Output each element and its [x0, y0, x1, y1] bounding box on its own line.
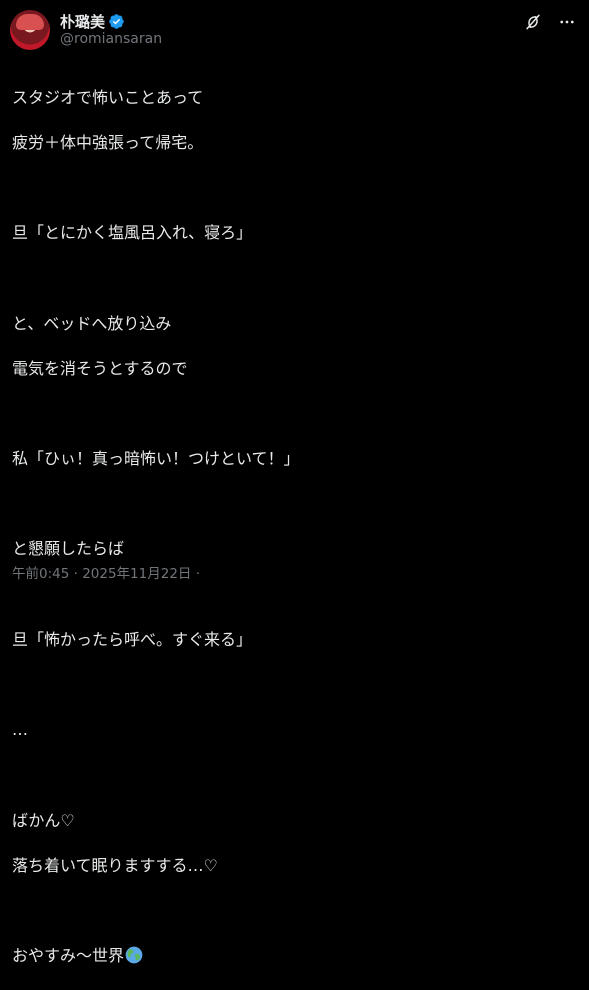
post-line: 電気を消そうとするので — [12, 358, 188, 378]
meta-trailing: · — [191, 566, 201, 582]
post-line: 私「ひぃ！真っ暗怖い！つけといて！」 — [12, 449, 300, 469]
more-options-icon[interactable] — [557, 12, 577, 32]
post-line: スタジオで怖いことあって — [12, 87, 204, 107]
post-line — [12, 177, 572, 200]
post-line — [12, 267, 572, 290]
post-line — [12, 403, 572, 426]
post-line-last: おやすみ～世界 — [12, 945, 572, 968]
meta-separator: · — [69, 566, 83, 582]
post-line: … — [12, 720, 28, 740]
header-actions — [523, 12, 577, 32]
post-meta: 午前0:45 · 2025年11月22日 · — [12, 562, 200, 582]
post-time[interactable]: 午前0:45 — [12, 566, 69, 582]
post-line — [12, 900, 572, 923]
post-header: 朴璐美 @romiansaran — [10, 8, 577, 52]
post-line — [12, 764, 572, 787]
post-line — [12, 674, 572, 697]
post-line: おやすみ～世界 — [12, 946, 125, 966]
post-line: 旦「とにかく塩風呂入れ、寝ろ」 — [12, 223, 253, 243]
post-line: 疲労＋体中強張って帰宅。 — [12, 132, 204, 152]
post-line: ばかん♡ — [12, 810, 75, 830]
post-line: 落ち着いて眠りますする…♡ — [12, 855, 218, 875]
post-line — [12, 584, 572, 607]
display-name[interactable]: 朴璐美 — [60, 11, 105, 32]
avatar[interactable] — [10, 10, 50, 50]
verified-badge-icon — [109, 14, 124, 29]
post-line: と、ベッドへ放り込み — [12, 313, 172, 333]
post-date[interactable]: 2025年11月22日 — [82, 566, 191, 582]
post-text: スタジオで怖いことあって 疲労＋体中強張って帰宅。 旦「とにかく塩風呂入れ、寝ろ… — [12, 64, 572, 990]
globe-emoji-icon — [125, 946, 143, 964]
post-line: 旦「怖かったら呼べ。すぐ来る」 — [12, 629, 253, 649]
post-line: と懇願したらば — [12, 539, 125, 559]
grok-icon[interactable] — [523, 12, 543, 32]
author-name-row: 朴璐美 — [60, 11, 125, 32]
post-line — [12, 493, 572, 516]
author-handle[interactable]: @romiansaran — [60, 31, 162, 47]
